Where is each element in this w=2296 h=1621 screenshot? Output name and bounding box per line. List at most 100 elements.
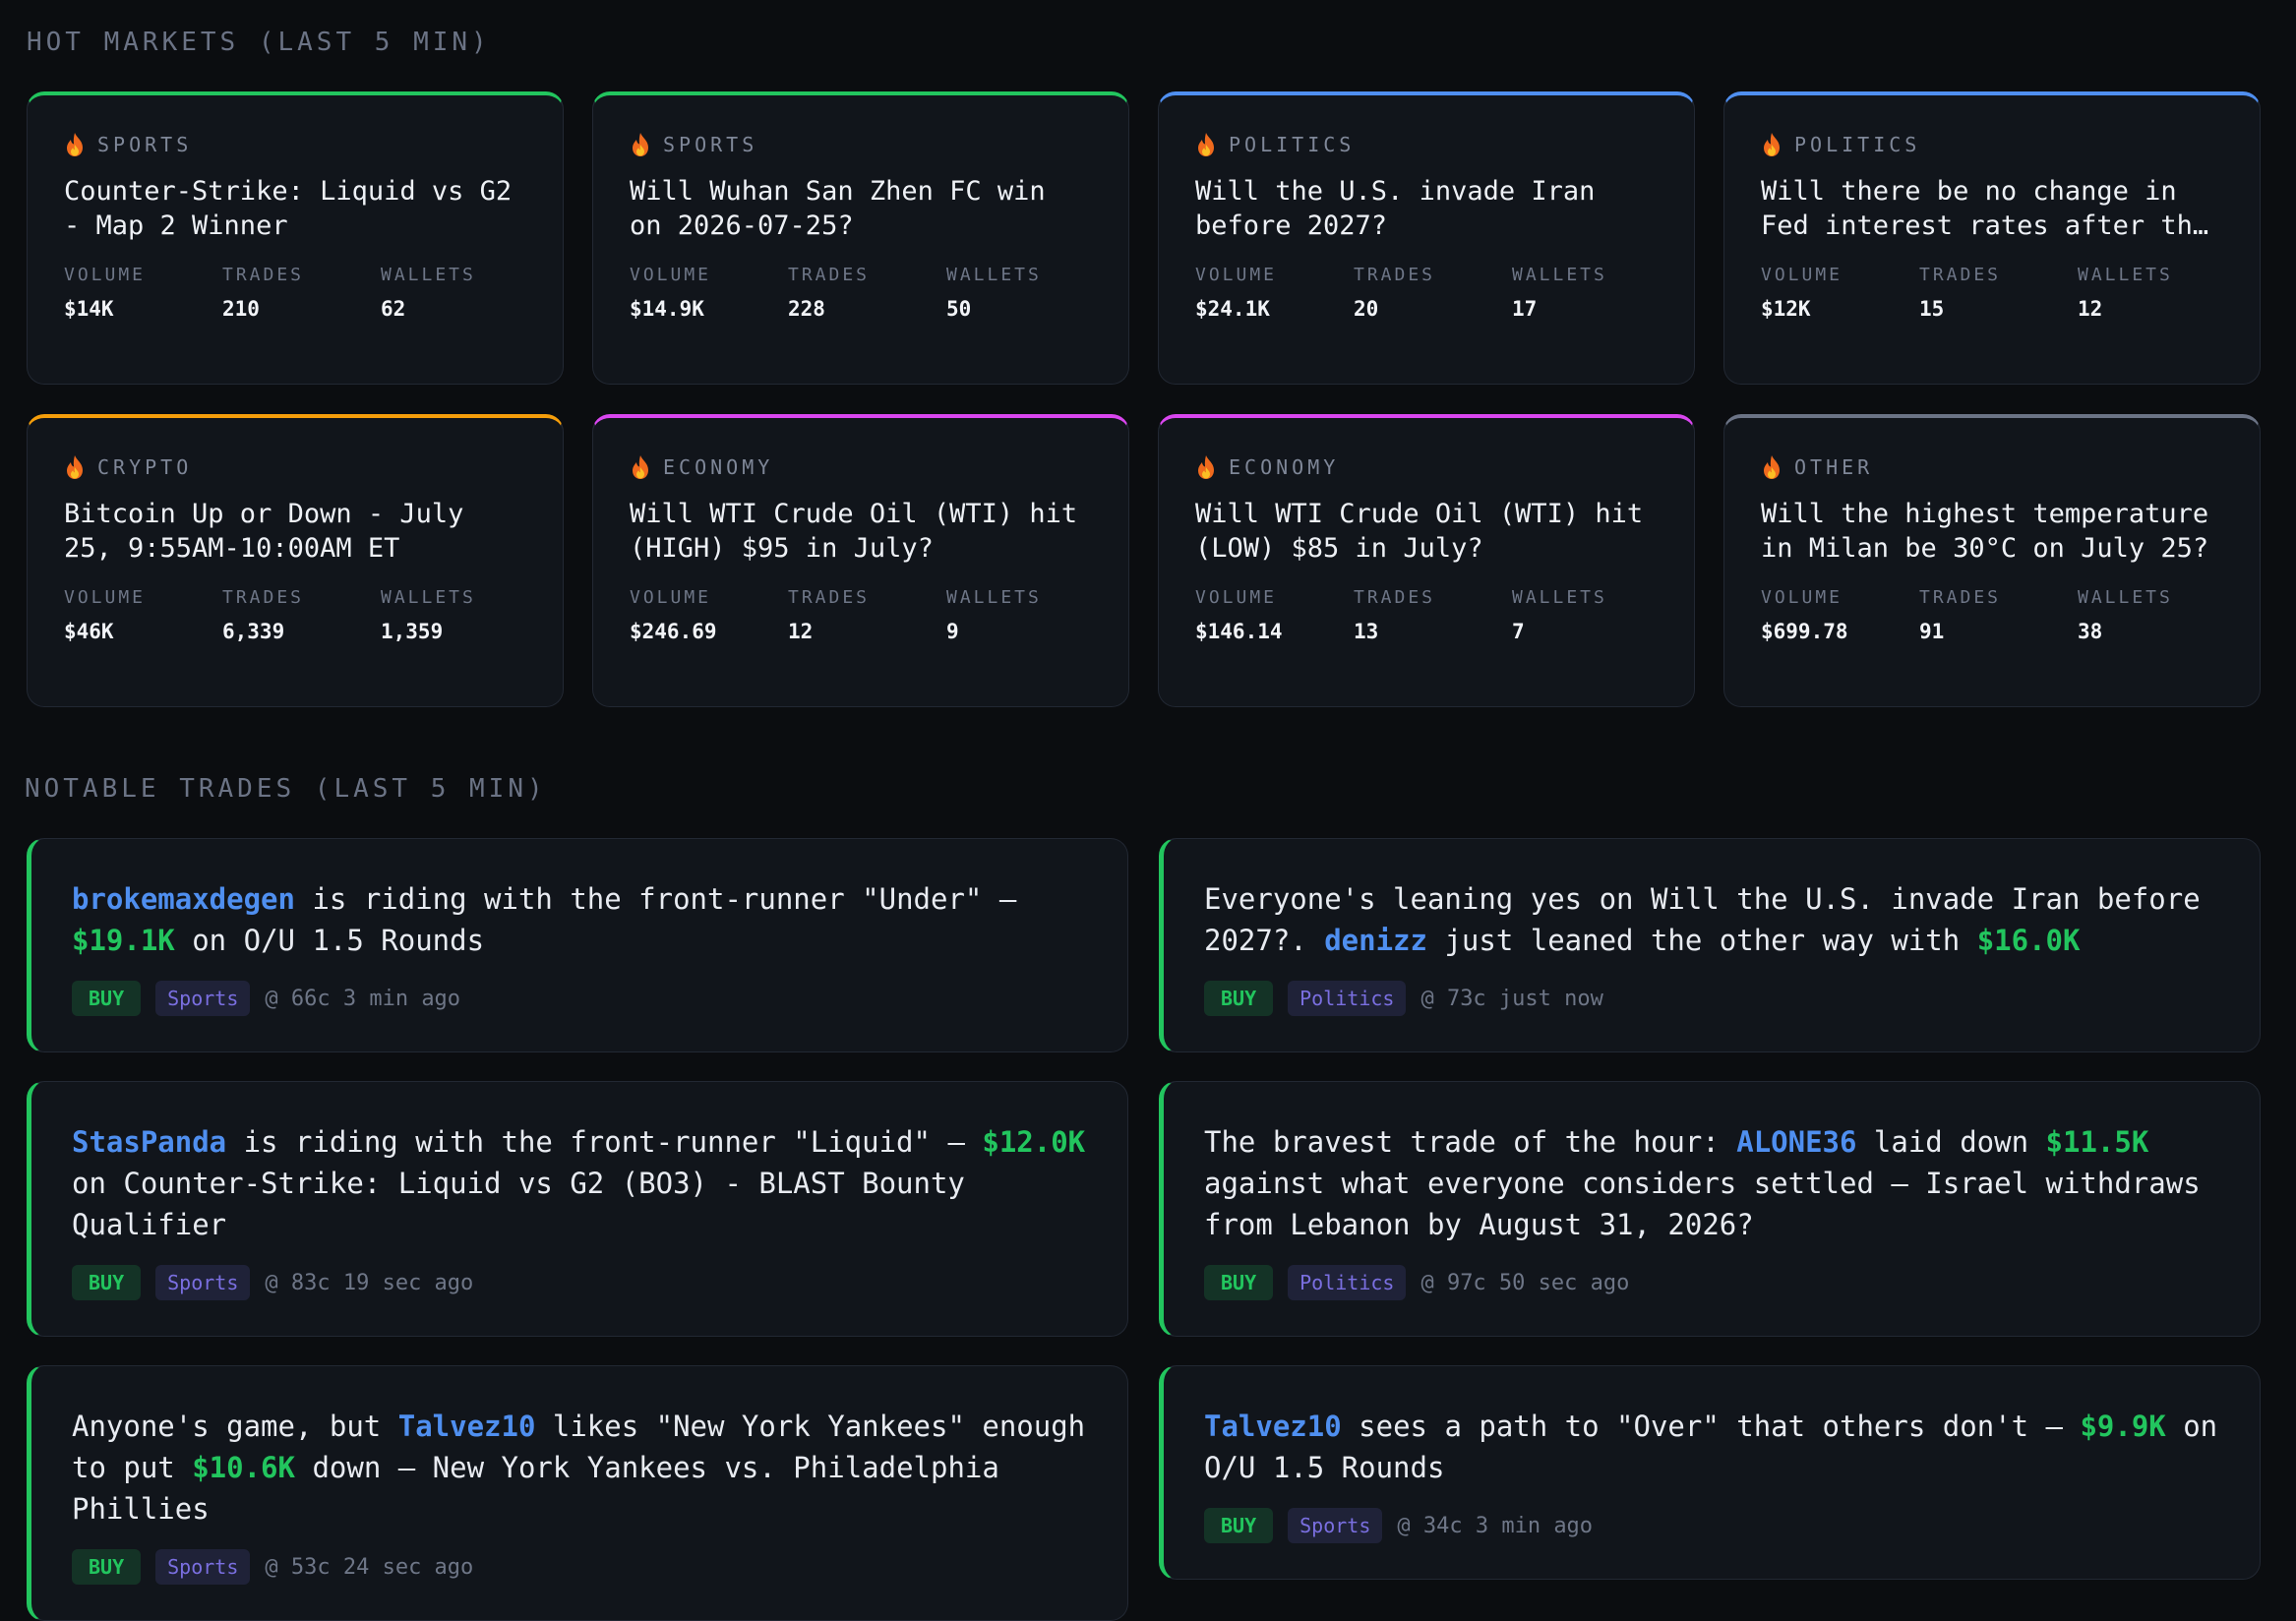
market-category: ECONOMY <box>630 453 1092 481</box>
market-title[interactable]: Will the highest temperature in Milan be… <box>1761 497 2223 566</box>
category-badge[interactable]: Sports <box>155 981 251 1016</box>
trade-description: brokemaxdegen is riding with the front-r… <box>72 878 1088 961</box>
market-card[interactable]: ECONOMY Will WTI Crude Oil (WTI) hit (LOW… <box>1158 414 1695 707</box>
flame-icon <box>1195 454 1217 480</box>
market-card[interactable]: SPORTS Counter-Strike: Liquid vs G2 - Map… <box>27 91 564 385</box>
category-badge[interactable]: Sports <box>155 1549 251 1585</box>
stat-label: VOLUME <box>630 587 712 608</box>
trade-amount: $19.1K <box>72 924 175 957</box>
trader-username-link[interactable]: ALONE36 <box>1736 1125 1856 1159</box>
stat-volume: VOLUME $24.1K <box>1195 265 1354 321</box>
stat-label: VOLUME <box>1761 265 1843 285</box>
stat-value: $46K <box>64 620 114 643</box>
stat-label: TRADES <box>1354 265 1436 285</box>
side-badge: BUY <box>1204 981 1274 1016</box>
market-category: CRYPTO <box>64 453 526 481</box>
notable-trades-heading: NOTABLE TRADES (LAST 5 MIN) <box>25 774 547 804</box>
trader-username-link[interactable]: StasPanda <box>72 1125 226 1159</box>
stat-wallets: WALLETS 62 <box>381 265 539 321</box>
stat-wallets: WALLETS 1,359 <box>381 587 539 643</box>
market-card[interactable]: CRYPTO Bitcoin Up or Down - July 25, 9:55… <box>27 414 564 707</box>
side-badge: BUY <box>72 1265 142 1300</box>
stat-label: TRADES <box>222 587 305 608</box>
market-stats: VOLUME $14.9K TRADES 228 WALLETS 50 <box>630 265 1092 321</box>
category-badge[interactable]: Sports <box>1288 1508 1383 1543</box>
category-label: ECONOMY <box>663 455 774 479</box>
market-card[interactable]: OTHER Will the highest temperature in Mil… <box>1723 414 2261 707</box>
trade-text-fragment: sees a path to "Over" that others don't … <box>1341 1410 2081 1443</box>
stat-volume: VOLUME $46K <box>64 587 222 643</box>
market-category: POLITICS <box>1195 131 1658 158</box>
market-title[interactable]: Counter-Strike: Liquid vs G2 - Map 2 Win… <box>64 174 526 243</box>
stat-wallets: WALLETS 12 <box>2078 265 2236 321</box>
flame-icon <box>64 132 86 157</box>
market-category: POLITICS <box>1761 131 2223 158</box>
market-card[interactable]: ECONOMY Will WTI Crude Oil (WTI) hit (HIG… <box>592 414 1129 707</box>
market-title[interactable]: Will WTI Crude Oil (WTI) hit (LOW) $85 i… <box>1195 497 1658 566</box>
stat-value: 210 <box>222 297 260 321</box>
stat-wallets: WALLETS 17 <box>1512 265 1670 321</box>
stat-value: 12 <box>2078 297 2103 321</box>
stat-label: WALLETS <box>381 265 476 285</box>
stat-wallets: WALLETS 7 <box>1512 587 1670 643</box>
market-card[interactable]: POLITICS Will the U.S. invade Iran before… <box>1158 91 1695 385</box>
flame-icon <box>1195 132 1217 157</box>
stat-value: $24.1K <box>1195 297 1270 321</box>
stat-trades: TRADES 13 <box>1354 587 1512 643</box>
stat-trades: TRADES 6,339 <box>222 587 381 643</box>
stat-wallets: WALLETS 38 <box>2078 587 2236 643</box>
stat-label: VOLUME <box>1195 265 1278 285</box>
trade-card: brokemaxdegen is riding with the front-r… <box>27 838 1128 1052</box>
flame-icon <box>64 454 86 480</box>
stat-label: WALLETS <box>2078 265 2173 285</box>
stat-volume: VOLUME $246.69 <box>630 587 788 643</box>
trader-username-link[interactable]: brokemaxdegen <box>72 882 295 916</box>
side-badge: BUY <box>1204 1508 1274 1543</box>
trade-price-time: @ 97c 50 sec ago <box>1420 1270 1630 1295</box>
trade-card: Talvez10 sees a path to "Over" that othe… <box>1159 1365 2261 1580</box>
stat-label: WALLETS <box>946 265 1042 285</box>
stat-value: $146.14 <box>1195 620 1283 643</box>
trade-card: The bravest trade of the hour: ALONE36 l… <box>1159 1081 2261 1337</box>
stat-label: TRADES <box>1919 265 2002 285</box>
stat-value: 9 <box>946 620 959 643</box>
stat-trades: TRADES 91 <box>1919 587 2078 643</box>
trade-text-fragment: laid down <box>1856 1125 2046 1159</box>
category-badge[interactable]: Sports <box>155 1265 251 1300</box>
market-stats: VOLUME $24.1K TRADES 20 WALLETS 17 <box>1195 265 1658 321</box>
trade-text-fragment: The bravest trade of the hour: <box>1204 1125 1737 1159</box>
trade-amount: $11.5K <box>2045 1125 2149 1159</box>
market-title[interactable]: Bitcoin Up or Down - July 25, 9:55AM-10:… <box>64 497 526 566</box>
stat-wallets: WALLETS 9 <box>946 587 1105 643</box>
market-title[interactable]: Will Wuhan San Zhen FC win on 2026-07-25… <box>630 174 1092 243</box>
trade-description: The bravest trade of the hour: ALONE36 l… <box>1204 1121 2220 1245</box>
market-stats: VOLUME $14K TRADES 210 WALLETS 62 <box>64 265 526 321</box>
category-label: ECONOMY <box>1229 455 1340 479</box>
category-badge[interactable]: Politics <box>1288 1265 1407 1300</box>
trade-meta: BUY Sports @ 34c 3 min ago <box>1204 1508 2220 1543</box>
category-badge[interactable]: Politics <box>1288 981 1407 1016</box>
trader-username-link[interactable]: Talvez10 <box>1204 1410 1342 1443</box>
market-stats: VOLUME $12K TRADES 15 WALLETS 12 <box>1761 265 2223 321</box>
market-card[interactable]: SPORTS Will Wuhan San Zhen FC win on 2026… <box>592 91 1129 385</box>
stat-volume: VOLUME $146.14 <box>1195 587 1354 643</box>
stat-value: 1,359 <box>381 620 444 643</box>
market-title[interactable]: Will the U.S. invade Iran before 2027? <box>1195 174 1658 243</box>
trade-description: Anyone's game, but Talvez10 likes "New Y… <box>72 1406 1088 1530</box>
market-card[interactable]: POLITICS Will there be no change in Fed i… <box>1723 91 2261 385</box>
stat-value: 15 <box>1919 297 1945 321</box>
stat-label: VOLUME <box>1761 587 1843 608</box>
trade-card: Everyone's leaning yes on Will the U.S. … <box>1159 838 2261 1052</box>
trade-meta: BUY Sports @ 66c 3 min ago <box>72 981 1088 1016</box>
market-stats: VOLUME $699.78 TRADES 91 WALLETS 38 <box>1761 587 2223 643</box>
stat-label: WALLETS <box>2078 587 2173 608</box>
market-title[interactable]: Will there be no change in Fed interest … <box>1761 174 2223 243</box>
category-label: CRYPTO <box>97 455 193 479</box>
trader-username-link[interactable]: denizz <box>1324 924 1427 957</box>
stat-trades: TRADES 20 <box>1354 265 1512 321</box>
trader-username-link[interactable]: Talvez10 <box>398 1410 536 1443</box>
hot-markets-grid: SPORTS Counter-Strike: Liquid vs G2 - Map… <box>27 91 2261 707</box>
market-title[interactable]: Will WTI Crude Oil (WTI) hit (HIGH) $95 … <box>630 497 1092 566</box>
trade-card: StasPanda is riding with the front-runne… <box>27 1081 1128 1337</box>
market-category: OTHER <box>1761 453 2223 481</box>
